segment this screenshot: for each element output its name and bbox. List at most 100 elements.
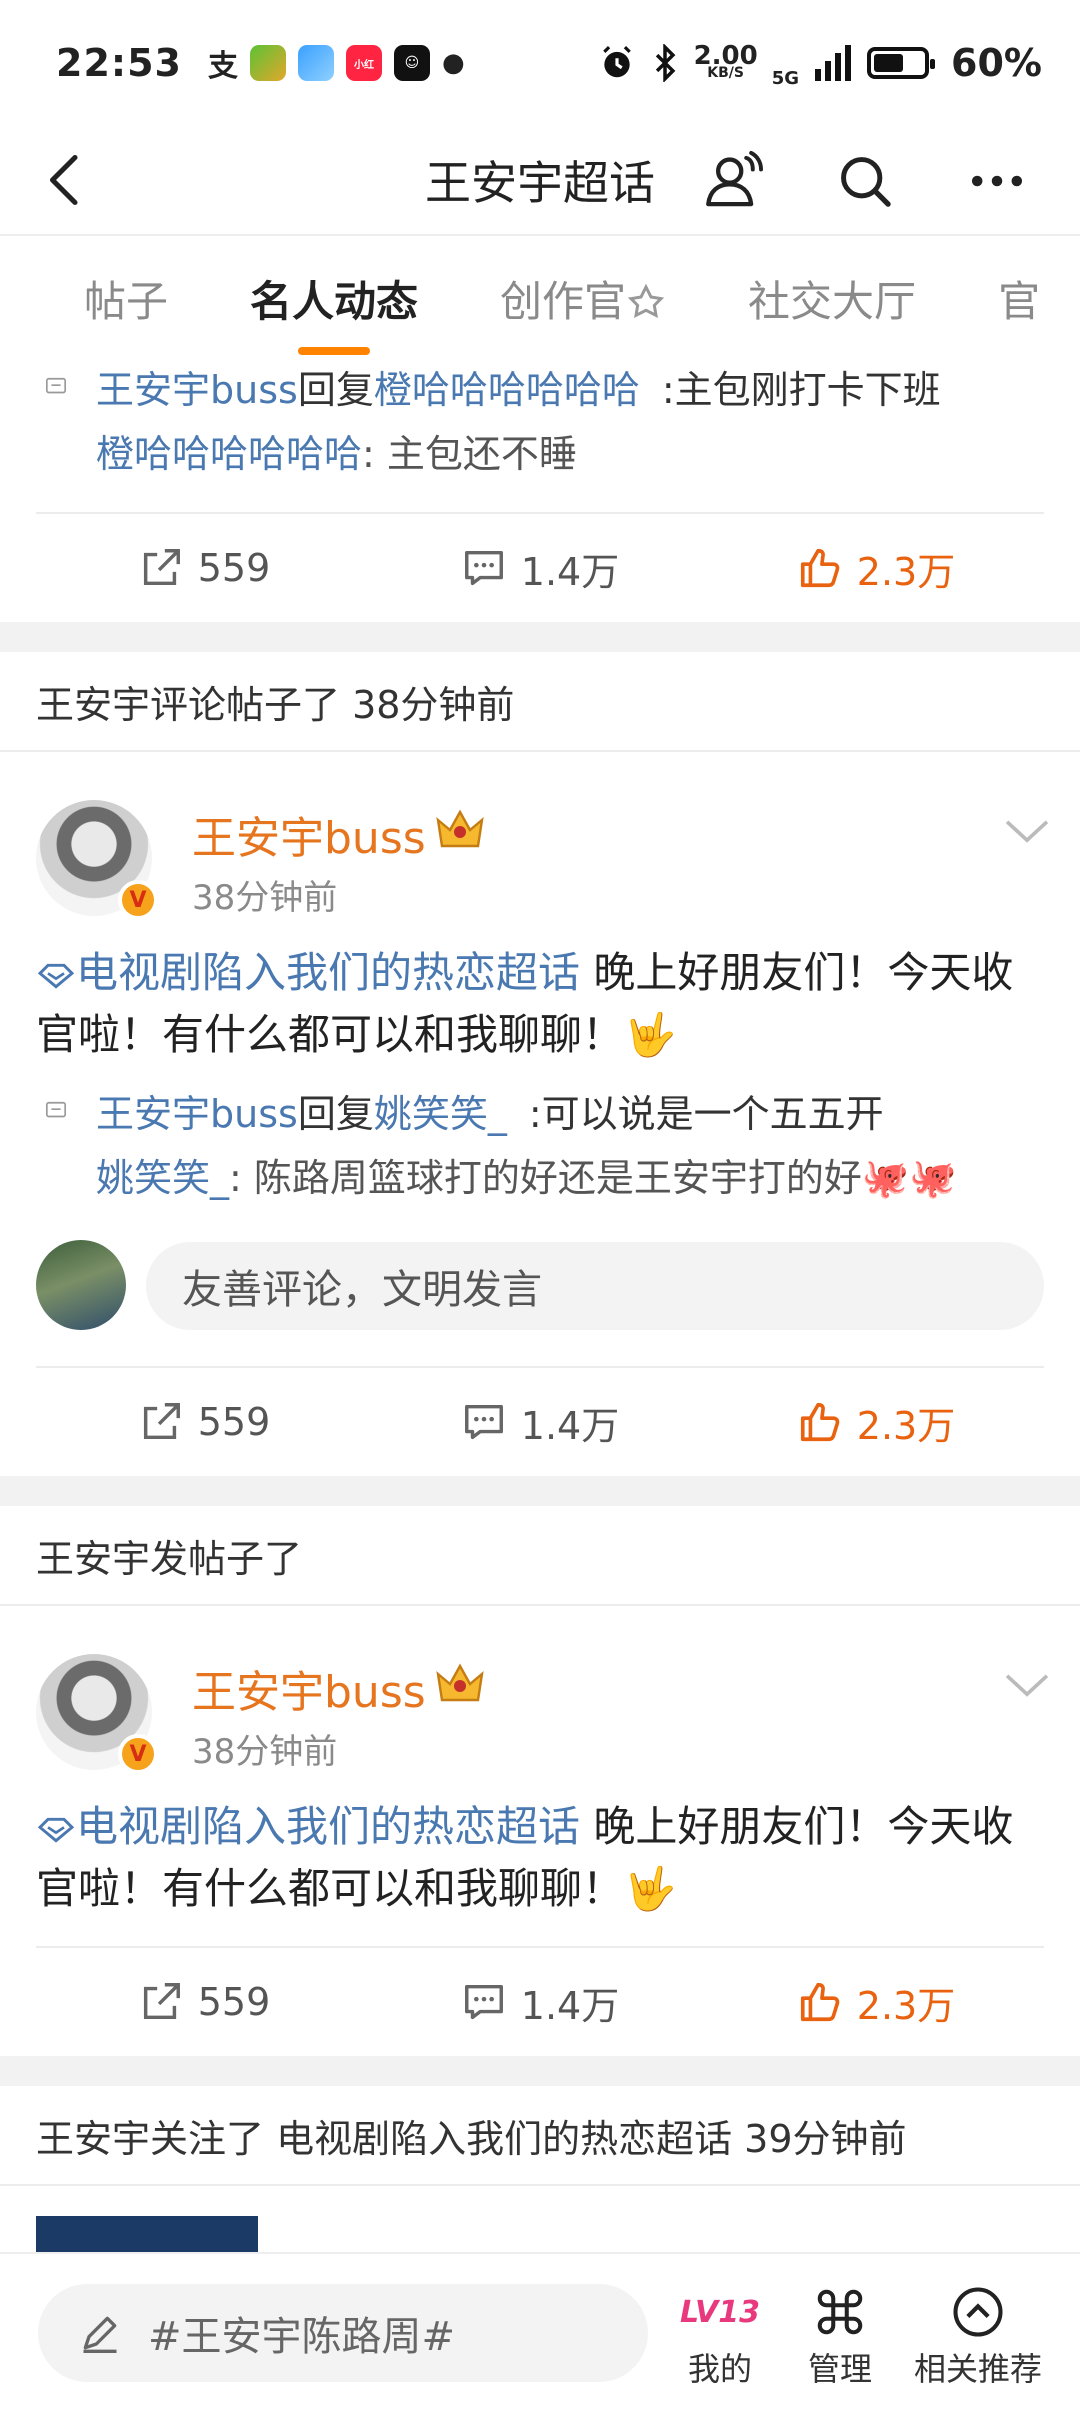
topic-name: 电视剧陷入我们的热恋超话	[76, 1802, 581, 1851]
topic-link[interactable]: 电视剧陷入我们的热恋超话	[36, 1802, 580, 1851]
original-author[interactable]: 姚笑笑_	[96, 1156, 229, 1200]
repost-count: 559	[197, 1980, 271, 2024]
post-actions: 559 1.4万 2.3万	[36, 1366, 1044, 1476]
manage-button[interactable]: 管理	[760, 2280, 920, 2390]
like-button[interactable]: 2.3万	[708, 1975, 1044, 2030]
comment-icon	[464, 1404, 503, 1440]
comment-button[interactable]: 1.4万	[372, 1975, 708, 2030]
topic-diamond-icon	[37, 1817, 75, 1843]
more-icon[interactable]	[964, 148, 1030, 214]
avatar[interactable]: V	[36, 800, 158, 920]
post-card[interactable]: V 王安宇buss 38分钟前 电视剧陷入我们的热恋超话 晚上好朋友们！今天收官…	[0, 1608, 1080, 1948]
post-text: 电视剧陷入我们的热恋超话 晚上好朋友们！今天收官啦！有什么都可以和我聊聊！🤟	[36, 942, 1046, 1066]
smile-app-icon: ☺	[393, 45, 430, 81]
repost-icon	[143, 1403, 180, 1440]
net-speed: 2.00 KB/S	[693, 41, 758, 80]
tab-creators-label: 创作官	[500, 276, 627, 326]
topic-thumbnail[interactable]	[36, 2216, 258, 2256]
topic-link[interactable]: 电视剧陷入我们的热恋超话	[36, 948, 580, 997]
tab-posts[interactable]: 帖子	[84, 268, 168, 329]
section-divider	[0, 622, 1080, 652]
repost-button[interactable]: 559	[36, 1979, 372, 2025]
status-bar: 22:53 支 小红 ☺ ● 2.00 KB/S 5G 60%	[0, 0, 1080, 126]
level-badge: LV13	[680, 2294, 760, 2330]
post-username[interactable]: 王安宇buss	[192, 1656, 426, 1720]
battery-fill	[874, 54, 903, 72]
top-reply-preview[interactable]: 王安宇buss回复橙哈哈哈哈哈哈:主包刚打卡下班 橙哈哈哈哈哈哈: 主包还不睡	[0, 358, 1080, 486]
reply-icon	[46, 377, 66, 394]
repost-button[interactable]: 559	[36, 1399, 372, 1445]
status-time: 22:53	[56, 41, 182, 85]
section-divider	[0, 1476, 1080, 1506]
tab-bar: 帖子 名人动态 创作官 社交大厅 官	[0, 238, 1080, 358]
reply-verb: 回复	[297, 1092, 374, 1136]
search-icon[interactable]	[832, 148, 898, 214]
reply-text: :可以说是一个五五开	[528, 1092, 884, 1136]
post-time: 38分钟前	[192, 1732, 338, 1772]
my-avatar	[36, 1240, 126, 1330]
post-username[interactable]: 王安宇buss	[192, 802, 426, 866]
alarm-icon	[602, 46, 631, 78]
tab-creators[interactable]: 创作官	[500, 268, 666, 329]
comment-icon	[464, 1984, 503, 2020]
like-count: 2.3万	[856, 549, 956, 594]
original-text: : 主包还不睡	[362, 432, 577, 476]
avatar[interactable]: V	[36, 1654, 158, 1774]
bluetooth-icon	[655, 44, 675, 82]
tab-official[interactable]: 官	[998, 268, 1040, 329]
nav-bar: 王安宇超话	[0, 126, 1080, 236]
verified-badge-icon: V	[118, 1734, 158, 1774]
thumbs-up-icon	[800, 1402, 840, 1442]
back-arrow-icon[interactable]	[36, 150, 96, 210]
topic-name: 电视剧陷入我们的热恋超话	[76, 948, 581, 997]
reply-target[interactable]: 橙哈哈哈哈哈哈	[374, 368, 640, 412]
section-header: 王安宇发帖子了	[0, 1506, 1080, 1606]
chevron-up-circle-icon	[953, 2287, 1003, 2337]
section-header: 王安宇评论帖子了 38分钟前	[0, 652, 1080, 752]
comment-input[interactable]: 友善评论，文明发言	[146, 1242, 1044, 1330]
comment-button[interactable]: 1.4万	[372, 541, 708, 596]
reply-target[interactable]: 姚笑笑_	[374, 1092, 507, 1136]
related-button[interactable]: 相关推荐	[898, 2280, 1058, 2390]
creator-badge-icon	[627, 283, 665, 318]
reply-preview[interactable]: 王安宇buss回复姚笑笑_:可以说是一个五五开 姚笑笑_: 陈路周篮球打的好还是…	[0, 1082, 1080, 1210]
repost-button[interactable]: 559	[36, 545, 372, 591]
comment-icon	[464, 550, 503, 586]
topic-diamond-icon	[37, 963, 75, 989]
chevron-down-icon[interactable]	[1004, 816, 1050, 846]
reply-author[interactable]: 王安宇buss	[96, 1092, 298, 1136]
original-author[interactable]: 橙哈哈哈哈哈哈	[96, 432, 362, 476]
like-button[interactable]: 2.3万	[708, 1395, 1044, 1450]
reply-text: :主包刚打卡下班	[661, 368, 941, 412]
post-text: 电视剧陷入我们的热恋超话 晚上好朋友们！今天收官啦！有什么都可以和我聊聊！🤟	[36, 1796, 1046, 1920]
post-actions: 559 1.4万 2.3万	[36, 1946, 1044, 2056]
battery-percent: 60%	[951, 41, 1042, 85]
like-count: 2.3万	[856, 1403, 956, 1448]
manage-label: 管理	[807, 2350, 872, 2388]
more-notifications-dot-icon: ●	[441, 48, 465, 78]
crown-badge-icon	[436, 809, 484, 848]
hashtag-input-text: #王安宇陈路周#	[148, 2314, 456, 2360]
chevron-down-icon[interactable]	[1004, 1670, 1050, 1700]
section-divider	[0, 2056, 1080, 2086]
like-button[interactable]: 2.3万	[708, 541, 1044, 596]
post-actions: 559 1.4万 2.3万	[36, 512, 1044, 622]
group-chat-icon[interactable]	[700, 148, 766, 214]
related-label: 相关推荐	[913, 2350, 1042, 2388]
hashtag-input[interactable]: #王安宇陈路周#	[38, 2284, 648, 2382]
command-icon	[817, 2289, 863, 2335]
tab-social-hall[interactable]: 社交大厅	[748, 268, 916, 329]
reply-author[interactable]: 王安宇buss	[96, 368, 298, 412]
comment-count: 1.4万	[520, 1403, 620, 1448]
net-speed-value: 2.00	[693, 41, 758, 71]
tab-celebrity-updates[interactable]: 名人动态	[250, 268, 418, 355]
thumbs-up-icon	[800, 1982, 840, 2022]
comment-button[interactable]: 1.4万	[372, 1395, 708, 1450]
repost-icon	[143, 1983, 180, 2020]
comment-count: 1.4万	[520, 1983, 620, 2028]
reply-icon	[46, 1101, 66, 1118]
repost-count: 559	[197, 546, 271, 590]
repost-count: 559	[197, 1400, 271, 1444]
like-count: 2.3万	[856, 1983, 956, 2028]
bottom-bar: #王安宇陈路周# LV13 我的 管理 相关推荐	[0, 2252, 1080, 2412]
